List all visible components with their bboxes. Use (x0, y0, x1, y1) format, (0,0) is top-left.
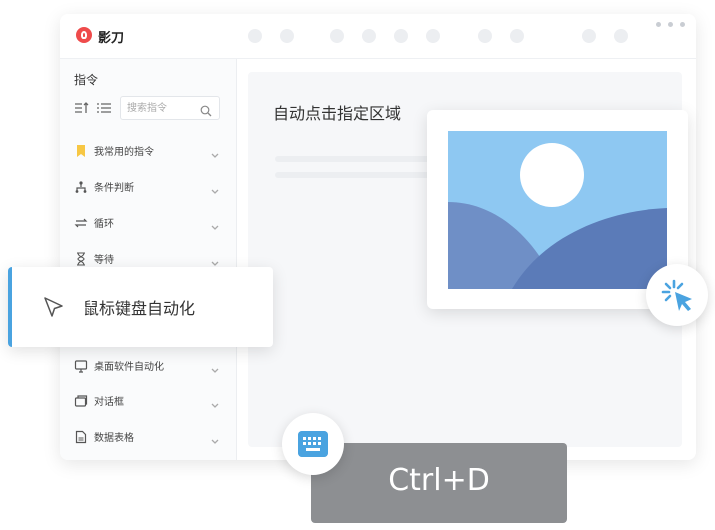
branch-icon (74, 179, 88, 193)
chevron-down-icon (210, 217, 220, 230)
tab-placeholder[interactable] (510, 29, 524, 43)
cursor-icon (42, 295, 66, 323)
chevron-down-icon (210, 145, 220, 158)
category-label: 对话框 (94, 397, 124, 408)
sheet-icon (74, 429, 88, 444)
category-label: 循环 (94, 219, 114, 230)
title-bar: 影刀 (60, 14, 696, 59)
search-input[interactable] (127, 100, 197, 116)
tab-placeholder[interactable] (330, 29, 344, 43)
sort-icon[interactable] (74, 102, 90, 114)
tab-placeholder[interactable] (478, 29, 492, 43)
chevron-down-icon (210, 431, 220, 444)
tab-placeholder[interactable] (280, 29, 294, 43)
tab-placeholder[interactable] (394, 29, 408, 43)
category-condition[interactable]: 条件判断 (60, 173, 236, 199)
tab-placeholder[interactable] (248, 29, 262, 43)
keyboard-icon (298, 431, 328, 457)
shortcut-keys: Ctrl+D (388, 463, 490, 498)
loop-icon (74, 215, 88, 229)
bookmark-icon (74, 143, 88, 157)
tab-placeholder[interactable] (362, 29, 376, 43)
hourglass-icon (74, 251, 88, 266)
window-control-maximize[interactable] (668, 22, 673, 27)
click-badge (646, 264, 708, 326)
window-control-close[interactable] (680, 22, 685, 27)
selection-accent-bar (8, 267, 12, 347)
category-label: 桌面软件自动化 (94, 362, 164, 373)
category-label: 等待 (94, 255, 114, 266)
category-data-table[interactable]: 数据表格 (60, 423, 236, 449)
chevron-down-icon (210, 181, 220, 194)
chevron-down-icon (210, 360, 220, 373)
category-desktop-automation[interactable]: 桌面软件自动化 (60, 352, 236, 378)
tab-placeholder[interactable] (426, 29, 440, 43)
command-sidebar: 指令 我常用的指令 条件判断 (60, 59, 237, 460)
dialog-icon (74, 393, 88, 407)
category-favorites[interactable]: 我常用的指令 (60, 137, 236, 163)
logo-icon (76, 27, 92, 43)
monitor-icon (74, 358, 88, 373)
category-loop[interactable]: 循环 (60, 209, 236, 235)
command-title: 自动点击指定区域 (273, 104, 402, 123)
placeholder-line (275, 172, 435, 178)
tab-placeholder[interactable] (582, 29, 596, 43)
chevron-down-icon (210, 253, 220, 266)
shortcut-hint: Ctrl+D (311, 443, 567, 523)
category-label: 条件判断 (94, 183, 134, 194)
category-label: 数据表格 (94, 433, 134, 444)
keyboard-badge (282, 413, 344, 475)
tab-placeholder[interactable] (614, 29, 628, 43)
search-icon[interactable] (200, 102, 212, 121)
chevron-down-icon (210, 395, 220, 408)
list-view-icon[interactable] (96, 102, 112, 114)
category-mouse-keyboard-automation[interactable]: 鼠标键盘自动化 (8, 267, 273, 347)
sidebar-title: 指令 (74, 73, 99, 87)
category-dialog[interactable]: 对话框 (60, 387, 236, 413)
command-search[interactable] (120, 96, 220, 120)
app-name: 影刀 (98, 31, 125, 46)
category-label: 我常用的指令 (94, 147, 154, 158)
window-control-minimize[interactable] (656, 22, 661, 27)
category-label: 鼠标键盘自动化 (83, 299, 196, 318)
click-cursor-icon (661, 279, 692, 311)
